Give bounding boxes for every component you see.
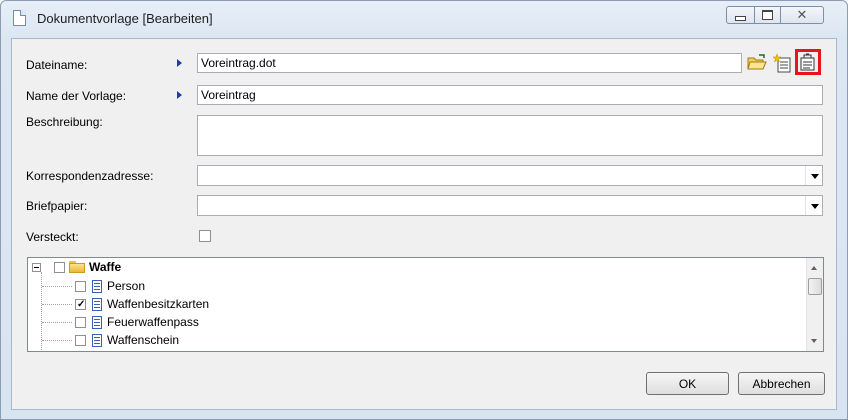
document-icon	[13, 10, 26, 26]
tree-scrollbar[interactable]	[806, 258, 823, 351]
tree-checkbox[interactable]	[75, 316, 86, 328]
vorlage-name-field[interactable]: Voreintrag	[197, 85, 823, 105]
tree-node-waffenschein[interactable]: Waffenschein	[75, 331, 179, 349]
ok-button[interactable]: OK	[646, 372, 729, 395]
briefpapier-label: Briefpapier:	[26, 199, 88, 213]
scroll-thumb[interactable]	[808, 278, 822, 295]
beschreibung-field[interactable]	[197, 115, 823, 156]
chevron-down-icon[interactable]	[805, 196, 822, 215]
open-folder-icon	[747, 54, 767, 70]
tree-node-person[interactable]: Person	[75, 277, 145, 295]
required-arrow-icon	[177, 91, 182, 99]
chevron-down-icon[interactable]	[805, 166, 822, 185]
edit-properties-icon	[800, 53, 815, 71]
scroll-down-icon[interactable]	[811, 339, 817, 343]
folder-icon	[69, 261, 85, 273]
tree-checkbox[interactable]	[75, 334, 86, 346]
tree-node-label: Waffenschein	[107, 333, 180, 347]
checkmark-icon: ✓	[77, 298, 86, 310]
scroll-up-icon[interactable]	[811, 266, 817, 270]
new-document-icon	[773, 53, 791, 73]
beschreibung-label: Beschreibung:	[26, 115, 103, 129]
required-arrow-icon	[177, 59, 182, 67]
briefpapier-dropdown[interactable]	[197, 195, 823, 216]
dialog-body: Dateiname: Voreintrag.dot Name der Vorla…	[11, 38, 837, 410]
tree-line	[42, 340, 72, 342]
edit-template-button[interactable]	[795, 49, 821, 75]
tree-line	[42, 322, 72, 324]
maximize-button[interactable]	[754, 6, 781, 24]
tree-node-waffe[interactable]: Waffe	[54, 258, 121, 276]
tree-node-feuerwaffenpass[interactable]: Feuerwaffenpass	[75, 313, 199, 331]
new-document-button[interactable]	[772, 52, 794, 74]
document-icon	[92, 279, 102, 293]
vorlage-name-label: Name der Vorlage:	[26, 89, 127, 103]
korrespondenz-dropdown[interactable]	[197, 165, 823, 186]
template-tree: Waffe Person ✓ Waffenbesitzkarten Feuerw…	[27, 257, 824, 352]
tree-checkbox-checked[interactable]: ✓	[75, 298, 86, 310]
korrespondenz-label: Korrespondenzadresse:	[26, 169, 154, 183]
window-title: Dokumentvorlage [Bearbeiten]	[37, 11, 213, 26]
tree-node-label: Feuerwaffenpass	[107, 315, 199, 329]
dateiname-label: Dateiname:	[26, 58, 88, 72]
tree-node-label: Person	[107, 279, 146, 293]
tree-line	[42, 286, 72, 288]
dialog-window: Dokumentvorlage [Bearbeiten] ✕ Dateiname…	[0, 0, 848, 420]
tree-checkbox[interactable]	[75, 280, 86, 292]
versteckt-label: Versteckt:	[26, 230, 79, 244]
open-file-button[interactable]	[746, 52, 768, 74]
title-bar[interactable]: Dokumentvorlage [Bearbeiten] ✕	[1, 1, 847, 35]
cancel-button[interactable]: Abbrechen	[738, 372, 825, 395]
collapse-icon[interactable]	[32, 263, 41, 272]
tree-node-label: Waffe	[89, 260, 122, 274]
tree-node-waffenbesitzkarten[interactable]: ✓ Waffenbesitzkarten	[75, 295, 209, 313]
dateiname-field[interactable]: Voreintrag.dot	[197, 53, 742, 73]
document-icon	[92, 297, 102, 311]
versteckt-checkbox[interactable]	[199, 230, 211, 242]
maximize-icon	[762, 10, 773, 20]
close-icon: ✕	[796, 7, 808, 22]
tree-node-label: Waffenbesitzkarten	[107, 297, 210, 311]
tree-line	[42, 304, 72, 306]
document-icon	[92, 333, 102, 347]
minimize-button[interactable]	[726, 6, 755, 24]
tree-checkbox[interactable]	[54, 261, 65, 273]
document-icon	[92, 315, 102, 329]
minimize-icon	[735, 15, 746, 21]
close-button[interactable]: ✕	[780, 6, 824, 24]
